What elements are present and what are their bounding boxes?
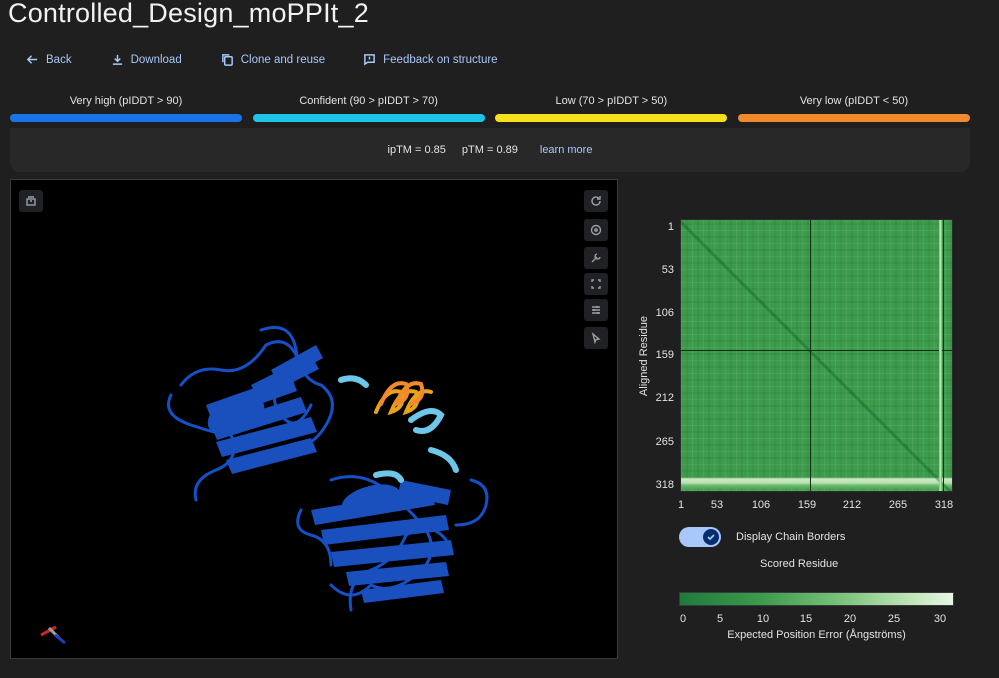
feedback-button[interactable]: Feedback on structure bbox=[363, 53, 498, 66]
copy-icon bbox=[221, 54, 233, 66]
pae-x-tick: 159 bbox=[797, 499, 817, 511]
pae-x-tick: 318 bbox=[934, 499, 954, 511]
pae-heatmap[interactable] bbox=[680, 219, 953, 492]
colorbar-label: Expected Position Error (Ångströms) bbox=[727, 629, 906, 641]
download-label: Download bbox=[130, 53, 182, 66]
legend-bar bbox=[10, 114, 242, 122]
pae-x-tick: 212 bbox=[842, 499, 862, 511]
plddt-legend: Very high (pIDDT > 90) Confident (90 > p… bbox=[10, 94, 970, 122]
page-title: Controlled_Design_moPPIt_2 bbox=[8, 0, 369, 28]
colorbar-tick: 10 bbox=[756, 613, 770, 625]
protein-structure bbox=[40, 326, 489, 645]
ptm-score: pTM = 0.89 bbox=[461, 144, 518, 156]
chain-borders-label: Display Chain Borders bbox=[736, 531, 846, 543]
check-icon bbox=[707, 534, 715, 541]
back-label: Back bbox=[46, 53, 72, 66]
pae-y-tick: 265 bbox=[655, 436, 674, 448]
chain-borders-toggle-row: Display Chain Borders bbox=[679, 527, 845, 547]
colorbar-tick: 30 bbox=[933, 613, 947, 625]
legend-low: Low (70 > pIDDT > 50) bbox=[495, 94, 728, 122]
clone-button[interactable]: Clone and reuse bbox=[221, 53, 325, 66]
pae-y-tick: 318 bbox=[655, 479, 674, 491]
pae-x-tick: 1 bbox=[677, 499, 685, 511]
legend-label: Very high (pIDDT > 90) bbox=[69, 95, 183, 107]
legend-very-high: Very high (pIDDT > 90) bbox=[10, 94, 242, 122]
pae-x-tick: 265 bbox=[888, 499, 908, 511]
pae-y-tick: 1 bbox=[667, 221, 674, 233]
pae-x-tick: 53 bbox=[710, 499, 724, 511]
legend-confident: Confident (90 > pIDDT > 70) bbox=[252, 94, 485, 122]
pae-colorbar bbox=[679, 592, 954, 606]
legend-label: Confident (90 > pIDDT > 70) bbox=[299, 95, 438, 107]
action-bar: Back Download Clone and reuse Feedback o… bbox=[26, 53, 532, 66]
pae-y-tick: 106 bbox=[655, 307, 674, 319]
score-panel: ipTM = 0.85 pTM = 0.89 learn more bbox=[10, 128, 970, 172]
pae-x-axis-label: Scored Residue bbox=[760, 558, 839, 570]
chain-border-vertical bbox=[810, 220, 811, 491]
legend-label: Low (70 > pIDDT > 50) bbox=[555, 95, 668, 107]
chain-border-horizontal bbox=[681, 350, 952, 351]
legend-bar bbox=[737, 114, 970, 122]
pae-x-tick: 106 bbox=[751, 499, 771, 511]
download-button[interactable]: Download bbox=[111, 53, 182, 66]
legend-bar bbox=[495, 114, 728, 122]
colorbar-tick: 15 bbox=[799, 613, 813, 625]
toggle-knob bbox=[703, 529, 719, 545]
pae-y-tick: 212 bbox=[655, 392, 674, 404]
feedback-icon bbox=[364, 54, 376, 66]
feedback-label: Feedback on structure bbox=[383, 53, 498, 66]
colorbar-tick: 0 bbox=[679, 613, 687, 625]
legend-very-low: Very low (pIDDT < 50) bbox=[737, 94, 970, 122]
pae-y-tick: 53 bbox=[661, 264, 674, 276]
legend-bar bbox=[252, 114, 485, 122]
arrow-left-icon bbox=[26, 55, 38, 64]
pae-edge-stripe bbox=[939, 220, 942, 491]
pae-y-tick: 159 bbox=[655, 349, 674, 361]
iptm-score: ipTM = 0.85 bbox=[387, 144, 446, 156]
learn-more-link[interactable]: learn more bbox=[540, 144, 593, 156]
download-icon bbox=[112, 54, 122, 65]
pae-diagonal bbox=[681, 220, 952, 491]
structure-viewer[interactable] bbox=[10, 179, 618, 659]
colorbar-tick: 25 bbox=[887, 613, 901, 625]
colorbar-tick: 20 bbox=[843, 613, 857, 625]
back-button[interactable]: Back bbox=[26, 53, 72, 66]
legend-label: Very low (pIDDT < 50) bbox=[799, 95, 909, 107]
chain-border-vertical-end bbox=[943, 220, 944, 491]
chain-borders-toggle[interactable] bbox=[679, 527, 721, 547]
colorbar-tick: 5 bbox=[716, 613, 724, 625]
clone-label: Clone and reuse bbox=[240, 53, 326, 66]
